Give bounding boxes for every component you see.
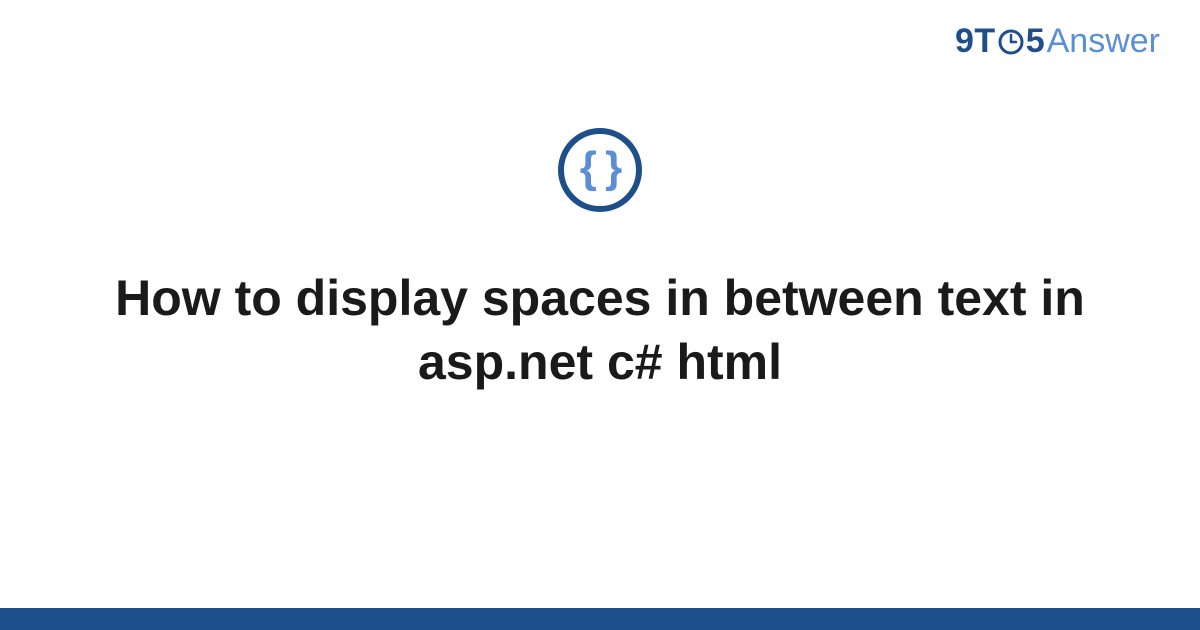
- logo-text-9t: 9T: [955, 22, 996, 61]
- category-badge: { }: [558, 128, 642, 212]
- main-content: { } How to display spaces in between tex…: [0, 128, 1200, 394]
- braces-icon: { }: [580, 146, 620, 190]
- footer-bar: [0, 608, 1200, 630]
- clock-icon: [997, 28, 1025, 56]
- page-title: How to display spaces in between text in…: [100, 266, 1100, 394]
- logo-text-5: 5: [1026, 22, 1045, 61]
- site-logo[interactable]: 9T 5 Answer: [955, 22, 1160, 61]
- logo-text-answer: Answer: [1047, 22, 1160, 61]
